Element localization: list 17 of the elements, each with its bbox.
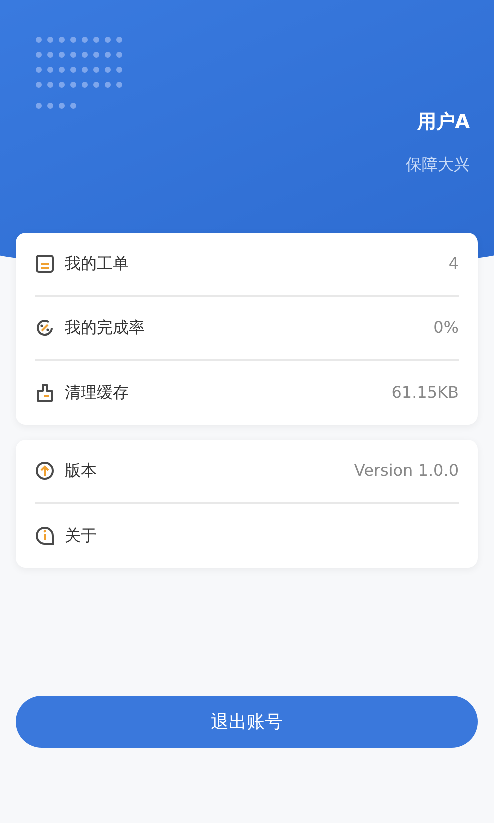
menu-item-value: 0% [434, 317, 459, 339]
percent-icon [35, 318, 55, 338]
menu-item[interactable]: 我的完成率 [65, 297, 434, 359]
menu-item[interactable]: 关于 [65, 504, 459, 568]
info-icon [35, 526, 55, 546]
menu-item-value: 61.15KB [392, 382, 459, 404]
upload-icon [35, 461, 55, 481]
organization-name: 保障大兴 [406, 154, 470, 176]
user-name: 用户A [417, 110, 470, 135]
menu-item[interactable]: 我的工单 [65, 233, 449, 295]
menu-item[interactable]: 版本 [65, 440, 354, 502]
menu-item-value: Version 1.0.0 [354, 460, 459, 482]
clipboard-icon [35, 254, 55, 274]
menu-item[interactable]: 清理缓存 [65, 361, 392, 425]
menu-item-value: 4 [448, 253, 459, 275]
logout-button[interactable]: 退出账号 [16, 696, 478, 748]
brush-icon [35, 383, 55, 403]
